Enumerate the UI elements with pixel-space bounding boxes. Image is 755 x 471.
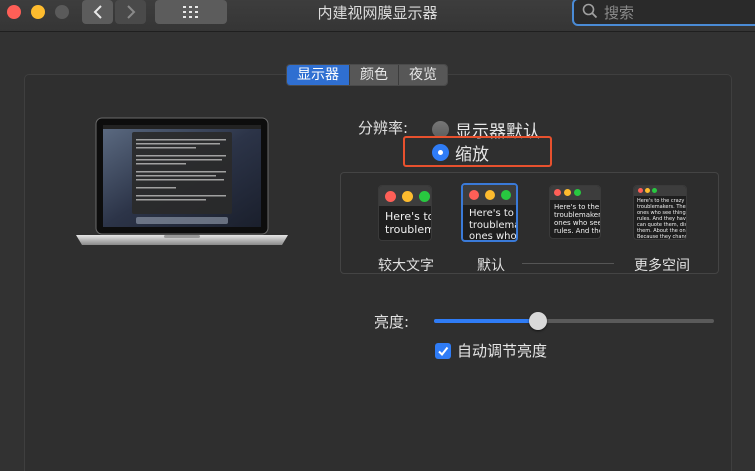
scale-preview-text: Here's to the crazy troublemakers. The r… <box>637 198 686 240</box>
tab-bar: 显示器 颜色 夜览 <box>286 64 448 86</box>
scale-label-default: 默认 <box>477 258 505 274</box>
scale-label-more-space: 更多空间 <box>634 258 690 274</box>
brightness-slider[interactable] <box>434 319 714 323</box>
highlight-box <box>403 136 552 167</box>
brightness-slider-fill <box>434 319 538 323</box>
search-icon <box>582 3 598 19</box>
search-field[interactable]: 搜索 <box>572 0 755 26</box>
auto-brightness-label: 自动调节亮度 <box>457 342 548 360</box>
scale-preview-text: Here's to troublem <box>385 210 431 236</box>
scale-option-more-space[interactable]: Here's to the crazy troublemakers. The r… <box>633 185 687 240</box>
scale-option-larger-text[interactable]: Here's to troublem <box>378 185 432 241</box>
scale-option-more-compact[interactable]: Here's to the c troublemakers. ones who … <box>549 185 601 239</box>
scale-label-larger-text: 较大文字 <box>378 258 434 274</box>
tab-display[interactable]: 显示器 <box>287 65 350 85</box>
title-bar: 内建视网膜显示器 搜索 <box>0 0 755 32</box>
auto-brightness-checkbox[interactable] <box>435 342 451 359</box>
checkmark-icon <box>438 346 449 356</box>
scale-option-default[interactable]: Here's to t troublema ones who <box>461 183 518 242</box>
auto-brightness-option[interactable]: 自动调节亮度 <box>435 340 547 361</box>
brightness-label: 亮度: <box>374 313 410 331</box>
resolution-label: 分辨率: <box>358 119 409 137</box>
scale-preview-text: Here's to the c troublemakers. ones who … <box>554 203 600 236</box>
scale-divider <box>522 263 614 264</box>
laptop-image <box>76 117 288 245</box>
search-placeholder: 搜索 <box>604 4 635 22</box>
tab-night-shift[interactable]: 夜览 <box>399 65 447 85</box>
scale-preview-text: Here's to t troublema ones who <box>469 208 516 242</box>
brightness-slider-knob[interactable] <box>528 312 547 330</box>
tab-color[interactable]: 颜色 <box>350 65 399 85</box>
